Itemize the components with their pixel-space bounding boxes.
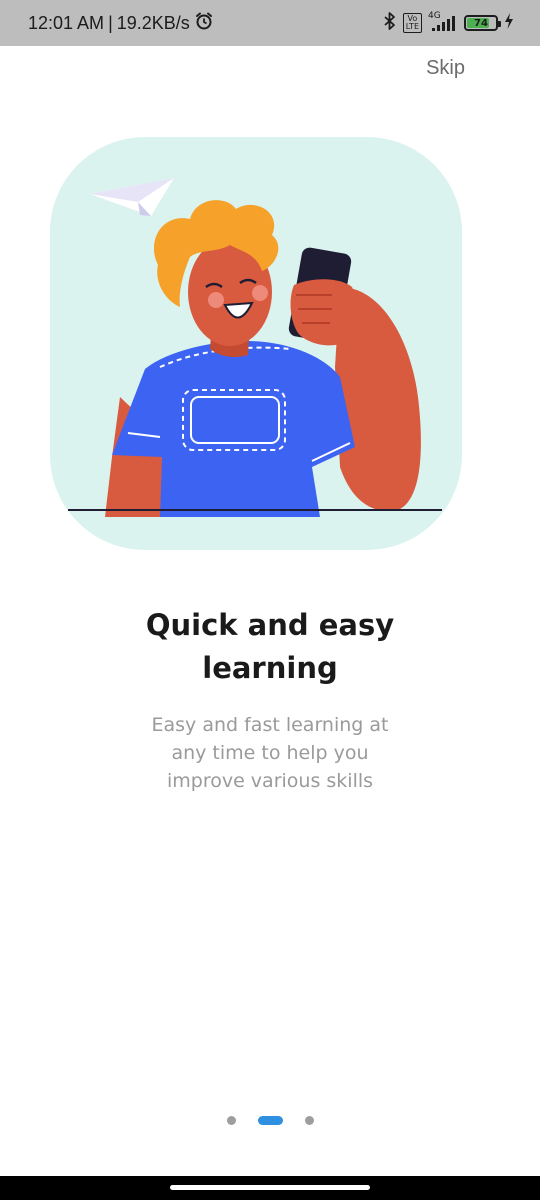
volte-label: Vo LTE: [405, 14, 419, 31]
page-indicator: [0, 1116, 540, 1125]
status-left: 12:01 AM | 19.2KB/s: [28, 0, 214, 46]
volte-icon: Vo LTE: [402, 13, 422, 33]
status-bar: 12:01 AM | 19.2KB/s Vo LTE 4G 74: [0, 0, 540, 46]
bluetooth-icon: [383, 11, 397, 35]
page-indicator-dot-3[interactable]: [304, 1116, 314, 1125]
page-indicator-dot-2-active[interactable]: [257, 1116, 283, 1125]
onboarding-title: Quick and easy learning: [145, 608, 395, 685]
home-gesture-handle[interactable]: [170, 1185, 370, 1190]
onboarding-description: Easy and fast learning at any time to he…: [151, 714, 389, 792]
battery-icon: 74: [464, 15, 501, 31]
onboarding-illustration: [50, 137, 462, 550]
alarm-icon: [194, 11, 214, 36]
charging-icon: [504, 13, 514, 33]
paper-plane-icon: [90, 178, 174, 216]
battery-level: 74: [474, 17, 488, 29]
signal-icon: 4G: [428, 11, 458, 33]
status-right: Vo LTE 4G 74: [383, 0, 514, 46]
network-speed: 19.2KB/s: [116, 12, 190, 33]
page-indicator-dot-1[interactable]: [226, 1116, 236, 1125]
status-separator: |: [108, 12, 113, 33]
skip-button[interactable]: Skip: [426, 57, 465, 80]
status-time: 12:01 AM: [28, 12, 105, 33]
navigation-bar: [0, 1176, 540, 1200]
